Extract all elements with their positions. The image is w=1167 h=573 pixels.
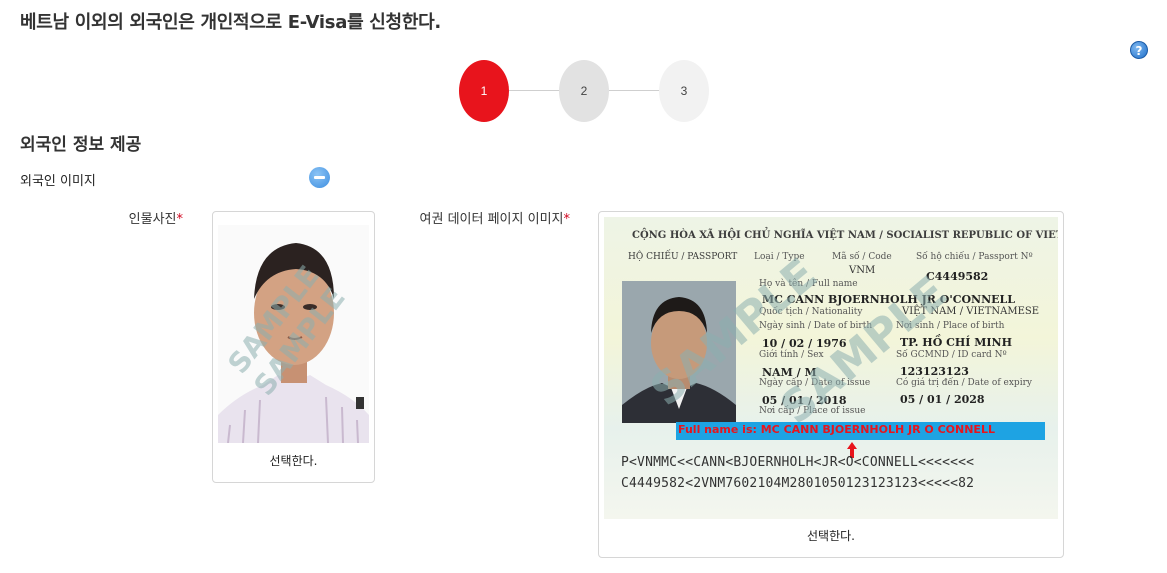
portrait-sample-image: SAMPLE SAMPLE [218, 225, 369, 443]
passport-mrz-line2: C4449582<2VNM7602104M2801050123123123<<<… [621, 476, 975, 491]
passport-upload-card[interactable]: CỘNG HÒA XÃ HỘI CHỦ NGHĨA VIỆT NAM / SOC… [598, 211, 1064, 558]
subsection-label: 외국인 이미지 [20, 174, 96, 189]
passport-mrz-line1: P<VNMMC<<CANN<BJOERNHOLH<JR<O<CONNELL<<<… [621, 455, 975, 470]
step-connector [609, 90, 659, 91]
passport-code-value: VNM [849, 265, 876, 276]
help-icon[interactable]: ? [1130, 41, 1148, 59]
passport-id: 123123123 [900, 365, 969, 378]
required-mark: * [563, 212, 571, 227]
minus-circle-icon[interactable] [309, 167, 330, 188]
portrait-label-text: 인물사진 [128, 212, 177, 227]
step-2[interactable]: 2 [559, 60, 609, 122]
passport-label-text: 여권 데이터 페이지 이미지 [419, 212, 564, 227]
passport-number-label: Số hộ chiếu / Passport Nº [916, 252, 1033, 262]
passport-doc-type: HỘ CHIẾU / PASSPORT [628, 252, 738, 262]
passport-header: CỘNG HÒA XÃ HỘI CHỦ NGHĨA VIỆT NAM / SOC… [632, 230, 1058, 241]
fullname-callout: Full name is: MC CANN BJOERNHOLH JR O CO… [676, 422, 1045, 440]
fullname-callout-text: Full name is: MC CANN BJOERNHOLH JR O CO… [678, 423, 995, 436]
passport-expiry: 05 / 01 / 2028 [900, 393, 985, 406]
passport-label: 여권 데이터 페이지 이미지* [408, 210, 570, 230]
passport-id-label: Số GCMND / ID card Nº [896, 350, 1007, 360]
portrait-select-label[interactable]: 선택한다. [213, 452, 374, 469]
passport-expiry-label: Có giá trị đến / Date of expiry [896, 378, 1032, 388]
portrait-upload-card[interactable]: SAMPLE SAMPLE 선택한다. [212, 211, 375, 483]
stepper: 1 2 3 [459, 60, 709, 122]
page-title: 베트남 이외의 외국인은 개인적으로 E-Visa를 신청한다. [20, 12, 441, 33]
passport-select-label[interactable]: 선택한다. [599, 527, 1063, 544]
passport-sample-image: CỘNG HÒA XÃ HỘI CHỦ NGHĨA VIỆT NAM / SOC… [604, 217, 1058, 519]
step-1[interactable]: 1 [459, 60, 509, 122]
step-3[interactable]: 3 [659, 60, 709, 122]
required-mark: * [176, 212, 184, 227]
section-title: 외국인 정보 제공 [20, 135, 142, 155]
portrait-label: 인물사진* [100, 210, 183, 230]
step-connector [509, 90, 559, 91]
passport-code-label: Mã số / Code [832, 252, 892, 262]
